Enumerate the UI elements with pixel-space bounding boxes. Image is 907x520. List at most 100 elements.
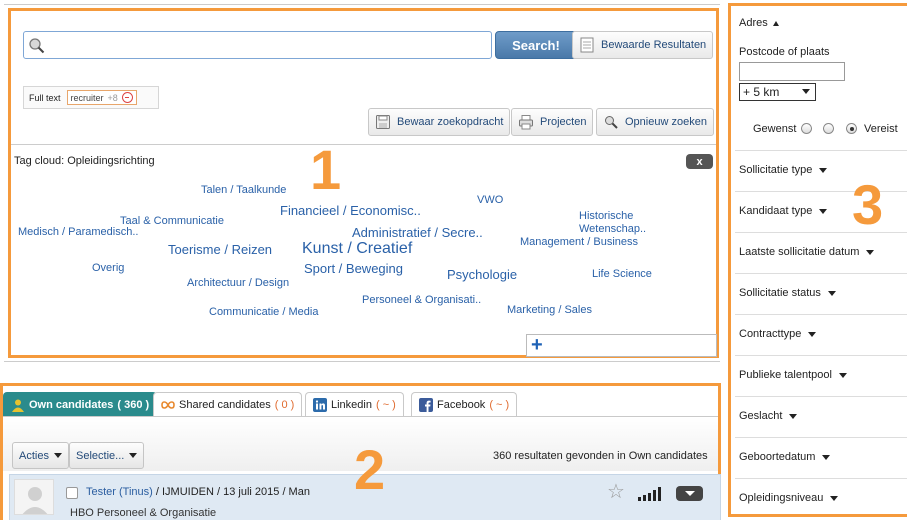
- avatar: [14, 479, 54, 515]
- chevron-down-icon: [866, 249, 875, 255]
- tag-marketing[interactable]: Marketing / Sales: [507, 305, 592, 316]
- tag-architectuur[interactable]: Architectuur / Design: [187, 278, 289, 289]
- tab-linkedin-count: ( ~ ): [375, 399, 396, 411]
- tag-kunst[interactable]: Kunst / Creatief: [302, 241, 412, 257]
- results-count: 360 resultaten gevonden in Own candidate…: [493, 450, 708, 462]
- tab-linkedin[interactable]: Linkedin ( ~ ): [305, 392, 404, 417]
- actions-label: Acties: [19, 449, 49, 462]
- search-panel: Search! Bewaarde Resultaten Full text re…: [8, 8, 719, 358]
- fulltext-label: Full text: [29, 92, 61, 103]
- search-field[interactable]: [23, 31, 492, 59]
- tag-talen[interactable]: Talen / Taalkunde: [201, 185, 286, 196]
- divider: [735, 478, 907, 479]
- tab-shared-candidates[interactable]: Shared candidates ( 0 ): [153, 392, 303, 417]
- radio-required[interactable]: [846, 123, 857, 134]
- radio-label-wanted: Gewenst: [753, 123, 797, 135]
- filter-geboortedatum[interactable]: Geboortedatum: [739, 451, 831, 463]
- filter-sollicitatie-type[interactable]: Sollicitatie type: [739, 164, 828, 176]
- search-person-icon: [605, 116, 618, 129]
- candidate-name-link[interactable]: Tester (Tinus): [86, 486, 153, 498]
- filter-kandidaat-type[interactable]: Kandidaat type: [739, 205, 828, 217]
- filter-label: Geboortedatum: [739, 451, 816, 463]
- tag-toerisme[interactable]: Toerisme / Reizen: [168, 243, 272, 256]
- tab-own-candidates[interactable]: Own candidates ( 360 ): [3, 392, 158, 417]
- divider: [11, 144, 716, 145]
- star-icon[interactable]: ☆: [607, 482, 625, 502]
- saved-results-button[interactable]: Bewaarde Resultaten: [572, 31, 714, 59]
- filter-label: Laatste sollicitatie datum: [739, 246, 860, 258]
- tag-management[interactable]: Management / Business: [520, 237, 638, 248]
- saved-results-label: Bewaarde Resultaten: [601, 39, 707, 51]
- search-again-button[interactable]: Opnieuw zoeken: [596, 108, 714, 136]
- remove-filter-icon[interactable]: [121, 92, 133, 103]
- facebook-icon: [419, 398, 433, 412]
- chevron-down-icon: [53, 453, 62, 458]
- tab-own-label: Own candidates: [29, 399, 114, 411]
- filter-publieke-talentpool[interactable]: Publieke talentpool: [739, 369, 847, 381]
- candidate-info: Tester (Tinus) / IJMUIDEN / 13 juli 2015…: [86, 486, 310, 498]
- filter-label: Opleidingsniveau: [739, 492, 824, 504]
- chevron-down-icon: [129, 453, 138, 458]
- filter-label: Geslacht: [739, 410, 783, 422]
- filter-label: Sollicitatie status: [739, 287, 821, 299]
- filter-chip-count: +8: [107, 92, 118, 103]
- floppy-icon: [376, 115, 390, 129]
- divider: [735, 396, 907, 397]
- tag-communicatie-media[interactable]: Communicatie / Media: [209, 307, 318, 318]
- tab-shared-label: Shared candidates: [179, 399, 271, 411]
- radio-neutral[interactable]: [823, 123, 834, 134]
- tag-administratief[interactable]: Administratief / Secre..: [352, 226, 483, 239]
- row-checkbox[interactable]: [66, 487, 78, 499]
- distance-value: + 5 km: [743, 85, 780, 99]
- search-input[interactable]: [50, 36, 480, 54]
- postcode-label: Postcode of plaats: [739, 46, 830, 58]
- divider: [735, 437, 907, 438]
- close-tag-cloud-button[interactable]: x: [686, 154, 713, 169]
- filter-geslacht[interactable]: Geslacht: [739, 410, 798, 422]
- radio-wanted[interactable]: [801, 123, 812, 134]
- tab-facebook[interactable]: Facebook ( ~ ): [411, 392, 518, 417]
- tag-life-science[interactable]: Life Science: [592, 269, 652, 280]
- distance-select[interactable]: + 5 km: [739, 83, 816, 101]
- linkedin-icon: [313, 398, 327, 412]
- filter-laatste-sollicitatie[interactable]: Laatste sollicitatie datum: [739, 246, 875, 258]
- plus-icon[interactable]: +: [531, 335, 543, 356]
- projects-button[interactable]: Projecten: [511, 108, 594, 136]
- filter-chip-text: recruiter: [70, 92, 104, 103]
- filter-label: Sollicitatie type: [739, 164, 813, 176]
- selection-label: Selectie...: [76, 449, 125, 462]
- chevron-down-icon: [830, 495, 839, 501]
- filter-opleidingsniveau[interactable]: Opleidingsniveau: [739, 492, 839, 504]
- tag-personeel[interactable]: Personeel & Organisati..: [362, 295, 481, 306]
- save-query-button[interactable]: Bewaar zoekopdracht: [368, 108, 511, 136]
- search-button[interactable]: Search!: [495, 31, 577, 59]
- tag-financieel[interactable]: Financieel / Economisc..: [280, 204, 421, 217]
- signal-bars-icon: [638, 487, 661, 501]
- chevron-down-icon: [819, 167, 828, 173]
- tag-vwo[interactable]: VWO: [477, 195, 503, 206]
- filter-sollicitatie-status[interactable]: Sollicitatie status: [739, 287, 836, 299]
- row-menu-button[interactable]: [676, 486, 703, 501]
- tab-linkedin-label: Linkedin: [331, 399, 372, 411]
- selection-dropdown[interactable]: Selectie...: [69, 442, 145, 469]
- document-icon: [580, 37, 594, 53]
- tag-overig[interactable]: Overig: [92, 263, 124, 274]
- tab-facebook-count: ( ~ ): [489, 399, 510, 411]
- tag-sport[interactable]: Sport / Beweging: [304, 262, 403, 275]
- tab-facebook-label: Facebook: [437, 399, 486, 411]
- filter-contracttype[interactable]: Contracttype: [739, 328, 817, 340]
- tag-medisch[interactable]: Medisch / Paramedisch..: [18, 227, 138, 238]
- tag-psychologie[interactable]: Psychologie: [447, 268, 517, 281]
- filter-label: Publieke talentpool: [739, 369, 832, 381]
- actions-dropdown[interactable]: Acties: [12, 442, 69, 469]
- filter-chip[interactable]: recruiter +8: [66, 90, 137, 105]
- chevron-down-icon: [789, 413, 798, 419]
- address-toggle[interactable]: Adres: [739, 17, 779, 29]
- annotation-number-2: 2: [354, 438, 386, 501]
- postcode-input[interactable]: [739, 62, 845, 81]
- tag-historische[interactable]: Historische Wetenschap..: [579, 210, 659, 236]
- chevron-down-icon: [808, 331, 817, 337]
- save-query-label: Bewaar zoekopdracht: [397, 116, 504, 128]
- add-tag-box[interactable]: +: [526, 334, 717, 357]
- filter-label: Kandidaat type: [739, 205, 813, 217]
